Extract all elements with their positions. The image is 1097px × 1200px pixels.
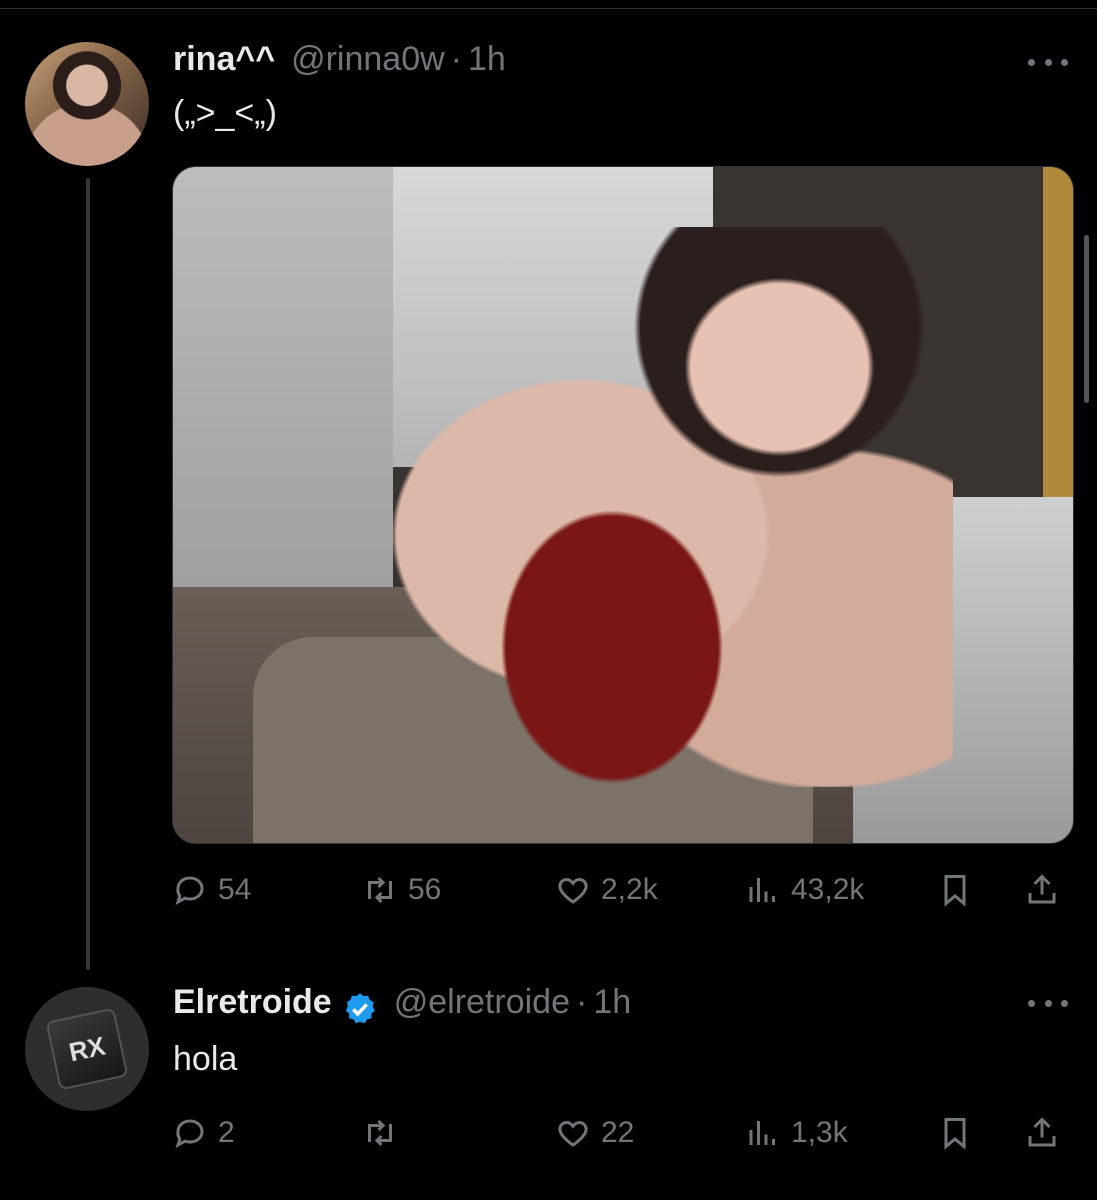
views-icon bbox=[749, 1121, 775, 1145]
separator-dot: · bbox=[450, 40, 462, 78]
like-icon bbox=[558, 877, 588, 904]
like-button[interactable]: 22 bbox=[555, 1108, 634, 1158]
bookmark-icon bbox=[944, 875, 966, 907]
separator-dot: · bbox=[575, 983, 588, 1021]
like-icon bbox=[558, 1120, 588, 1147]
avatar-rina[interactable] bbox=[25, 42, 149, 166]
author-handle[interactable]: @rinna0w bbox=[291, 40, 445, 79]
tweet-header: Elretroide @elretroide · 1h bbox=[173, 983, 631, 1023]
tweet-header: rina^^ @rinna0w · 1h bbox=[173, 40, 506, 79]
retweet-icon bbox=[368, 876, 392, 904]
share-icon bbox=[1028, 874, 1056, 904]
top-divider bbox=[0, 8, 1097, 9]
reply-button[interactable]: 2 bbox=[172, 1108, 235, 1158]
reply-count: 2 bbox=[218, 1116, 235, 1149]
tweet-actions: 2 22 1,3k bbox=[172, 1108, 1067, 1158]
like-count: 22 bbox=[601, 1116, 635, 1149]
retweet-icon bbox=[368, 1119, 392, 1147]
bookmark-icon bbox=[944, 1118, 966, 1150]
author-name[interactable]: Elretroide bbox=[173, 983, 332, 1022]
reply-count: 54 bbox=[218, 873, 252, 906]
tweet-photo[interactable] bbox=[172, 166, 1074, 844]
reply-icon bbox=[175, 1119, 204, 1149]
reply-button[interactable]: 54 bbox=[172, 865, 251, 915]
post-time[interactable]: 1h bbox=[468, 40, 506, 79]
tweet-text: hola bbox=[173, 1040, 238, 1078]
share-button[interactable] bbox=[1024, 865, 1060, 915]
more-icon[interactable] bbox=[1028, 55, 1068, 69]
views-button[interactable]: 43,2k bbox=[745, 865, 864, 915]
views-icon bbox=[749, 878, 775, 902]
retweet-button[interactable] bbox=[362, 1108, 398, 1158]
retweet-button[interactable]: 56 bbox=[362, 865, 441, 915]
author-handle[interactable]: @elretroide bbox=[394, 983, 570, 1022]
views-button[interactable]: 1,3k bbox=[745, 1108, 848, 1158]
bookmark-button[interactable] bbox=[937, 865, 973, 915]
like-count: 2,2k bbox=[601, 873, 658, 906]
post-time[interactable]: 1h bbox=[593, 983, 631, 1022]
avatar-logo: RX bbox=[45, 1007, 129, 1091]
view-count: 1,3k bbox=[791, 1116, 848, 1149]
reply-icon bbox=[175, 876, 204, 906]
more-icon[interactable] bbox=[1028, 996, 1068, 1010]
share-icon bbox=[1028, 1117, 1056, 1147]
author-name[interactable]: rina^^ bbox=[173, 40, 275, 79]
tweet-actions: 54 56 2,2k 43,2k bbox=[172, 865, 1067, 915]
avatar-elretroide[interactable]: RX bbox=[25, 987, 149, 1111]
share-button[interactable] bbox=[1024, 1108, 1060, 1158]
like-button[interactable]: 2,2k bbox=[555, 865, 658, 915]
verified-badge-icon[interactable] bbox=[342, 991, 378, 1027]
scrollbar[interactable] bbox=[1084, 235, 1089, 403]
retweet-count: 56 bbox=[408, 873, 442, 906]
thread-connector-line bbox=[86, 178, 90, 970]
bookmark-button[interactable] bbox=[937, 1108, 973, 1158]
tweet-text: („>_<„) bbox=[173, 94, 277, 132]
view-count: 43,2k bbox=[791, 873, 865, 906]
